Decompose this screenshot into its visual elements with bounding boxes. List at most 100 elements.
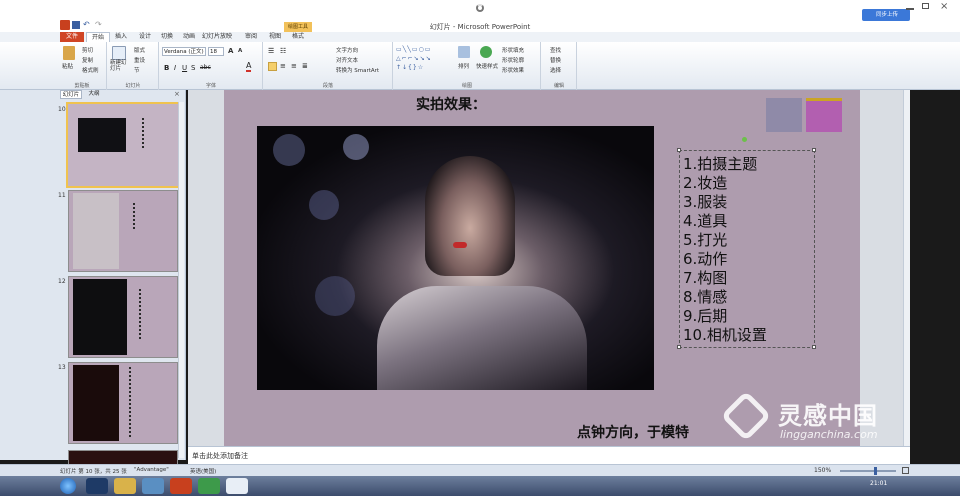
- slide-photo[interactable]: [257, 126, 654, 390]
- font-name-select[interactable]: Verdana (正文): [162, 47, 206, 56]
- fit-to-window-icon[interactable]: [902, 467, 909, 474]
- find-button[interactable]: 查找: [550, 46, 561, 54]
- section-button[interactable]: 节: [134, 66, 140, 74]
- align-center-icon[interactable]: ≡: [280, 62, 286, 70]
- title-bar: ↶ ↷ 幻灯片 - Microsoft PowerPoint 同步上传 ×: [0, 0, 960, 32]
- redo-icon[interactable]: ↷: [95, 21, 103, 29]
- bold-icon[interactable]: B: [164, 64, 169, 72]
- shapes-gallery[interactable]: ▭╲╲▭○▭ △⌐⌐↘↘↘ ↑↓{}☆: [396, 45, 452, 75]
- tab-animations[interactable]: 动画: [178, 32, 200, 42]
- paste-button[interactable]: 粘贴: [62, 62, 73, 70]
- zoom-level[interactable]: 150%: [814, 467, 831, 474]
- numbering-icon[interactable]: ☷: [280, 47, 286, 55]
- slide-thumbnail[interactable]: [68, 276, 178, 358]
- align-left-icon[interactable]: [268, 62, 277, 71]
- resize-handle[interactable]: [812, 148, 816, 152]
- shape-outline-button[interactable]: 形状轮廓: [502, 56, 524, 64]
- arrange-button[interactable]: 排列: [458, 62, 469, 70]
- editing-label: 编辑: [553, 83, 564, 89]
- tray-icons[interactable]: [790, 481, 850, 491]
- taskbar-ie-icon[interactable]: [198, 478, 220, 494]
- reset-button[interactable]: 重设: [134, 56, 145, 64]
- restore-icon[interactable]: [922, 3, 929, 9]
- start-button[interactable]: [60, 478, 76, 494]
- panel-close-icon[interactable]: ×: [174, 90, 180, 98]
- thumbnail-list: [133, 203, 149, 229]
- rotate-handle[interactable]: [742, 137, 747, 142]
- clock[interactable]: 21:01: [870, 480, 887, 487]
- minimize-icon[interactable]: [906, 8, 914, 10]
- window-title: 幻灯片 - Microsoft PowerPoint: [429, 23, 531, 31]
- slide-canvas[interactable]: 实拍效果： 1.拍摄主题 2.妆造 3.服装 4.道具 5.打光 6.动作 7.…: [224, 90, 860, 446]
- language-indicator[interactable]: 英语(美国): [190, 467, 216, 475]
- slide-thumbnail[interactable]: [66, 102, 182, 188]
- align-right-icon[interactable]: ≡: [291, 62, 297, 70]
- tab-format[interactable]: 格式: [286, 32, 310, 42]
- taskbar-powerpoint-icon[interactable]: [170, 478, 192, 494]
- tab-review[interactable]: 审阅: [240, 32, 262, 42]
- new-slide-icon[interactable]: [112, 46, 126, 60]
- zoom-slider[interactable]: [840, 467, 896, 475]
- editor-scrollbar[interactable]: [903, 90, 910, 446]
- select-button[interactable]: 选择: [550, 66, 561, 74]
- cut-button[interactable]: 剪切: [82, 46, 93, 54]
- tab-file[interactable]: 文件: [60, 32, 84, 42]
- justify-icon[interactable]: ≣: [302, 62, 308, 70]
- slide-title[interactable]: 实拍效果：: [416, 94, 486, 114]
- font-size-value: 18: [210, 49, 217, 55]
- italic-icon[interactable]: I: [174, 64, 176, 72]
- bullets-icon[interactable]: ☰: [268, 47, 274, 55]
- underline-icon[interactable]: U: [182, 64, 187, 72]
- panel-scrollbar[interactable]: [178, 102, 184, 458]
- shape-effects-button[interactable]: 形状效果: [502, 66, 524, 74]
- taskbar-explorer-icon[interactable]: [114, 478, 136, 494]
- list-item: 3.服装: [683, 193, 728, 211]
- shadow-icon[interactable]: S: [191, 64, 195, 72]
- app-icon[interactable]: [60, 20, 70, 30]
- format-painter-button[interactable]: 格式刷: [82, 66, 99, 74]
- tab-outline-panel[interactable]: 大纲: [84, 90, 104, 99]
- quick-styles-icon[interactable]: [480, 46, 492, 58]
- shrink-font-button[interactable]: A: [238, 48, 242, 54]
- font-size-select[interactable]: 18: [208, 47, 224, 56]
- tab-slides-panel[interactable]: 幻灯片: [60, 90, 82, 99]
- tab-insert[interactable]: 插入: [110, 32, 132, 42]
- taskbar-browser-icon[interactable]: [226, 478, 248, 494]
- taskbar-photoshop-icon[interactable]: [86, 478, 108, 494]
- tab-design[interactable]: 设计: [134, 32, 156, 42]
- smartart-button[interactable]: 转换为 SmartArt: [336, 66, 379, 74]
- notes-pane[interactable]: 单击此处添加备注: [188, 446, 910, 464]
- photo-bokeh: [273, 134, 305, 166]
- shape-fill-button[interactable]: 形状填充: [502, 46, 524, 54]
- list-textbox[interactable]: 1.拍摄主题 2.妆造 3.服装 4.道具 5.打光 6.动作 7.构图 8.情…: [677, 137, 816, 349]
- align-text-button[interactable]: 对齐文本: [336, 56, 358, 64]
- tab-view[interactable]: 视图: [264, 32, 286, 42]
- taskbar-app-icon[interactable]: [142, 478, 164, 494]
- resize-handle[interactable]: [677, 345, 681, 349]
- copy-button[interactable]: 复制: [82, 56, 93, 64]
- undo-icon[interactable]: ↶: [83, 21, 91, 29]
- slide-footer-text[interactable]: 点钟方向，于模特: [577, 422, 689, 442]
- ribbon-tabs: 文件 开始 插入 设计 切换 动画 幻灯片放映 审阅 视图 绘图工具 格式: [0, 22, 960, 43]
- tab-transitions[interactable]: 切换: [156, 32, 178, 42]
- grow-font-button[interactable]: A: [228, 47, 233, 55]
- new-slide-button[interactable]: 新建幻灯片: [110, 60, 130, 72]
- slide-thumbnail[interactable]: [68, 190, 178, 272]
- font-color-icon[interactable]: A: [246, 62, 252, 72]
- paste-icon[interactable]: [63, 46, 75, 60]
- zoom-thumb[interactable]: [874, 467, 877, 475]
- slide-thumbnail[interactable]: [68, 362, 178, 444]
- resize-handle[interactable]: [677, 148, 681, 152]
- close-icon[interactable]: ×: [940, 1, 948, 12]
- cloud-upload-button[interactable]: 同步上传: [862, 9, 910, 21]
- replace-button[interactable]: 替换: [550, 56, 561, 64]
- layout-button[interactable]: 版式: [134, 46, 145, 54]
- tab-slideshow[interactable]: 幻灯片放映: [202, 32, 232, 42]
- strikethrough-icon[interactable]: abc: [200, 64, 211, 71]
- text-direction-button[interactable]: 文字方向: [336, 46, 358, 54]
- resize-handle[interactable]: [812, 345, 816, 349]
- quick-styles-button[interactable]: 快速样式: [476, 62, 498, 70]
- arrange-icon[interactable]: [458, 46, 470, 58]
- paragraph-label: 段落: [322, 83, 333, 89]
- save-icon[interactable]: [72, 21, 80, 29]
